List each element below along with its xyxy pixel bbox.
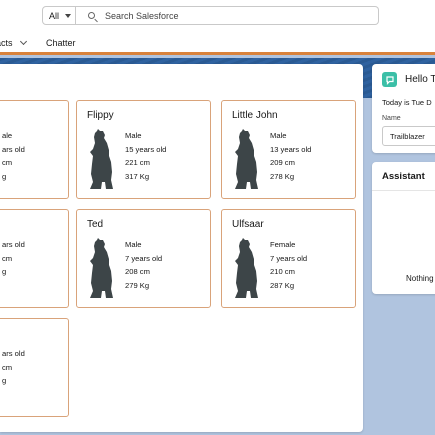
bear-details: Male 13 years old 209 cm 278 Kg — [270, 129, 311, 183]
bear-sex: Female — [270, 240, 296, 249]
nav-item-label: acts — [0, 38, 13, 48]
bear-age: 13 years old — [270, 144, 312, 154]
standing-bear-icon — [90, 238, 113, 298]
nav-item-chatter[interactable]: Chatter — [46, 38, 76, 48]
bear-weight: 278 Kg — [270, 171, 295, 181]
bear-height: cm — [2, 362, 13, 372]
divider — [372, 190, 435, 191]
bear-weight: 317 Kg — [125, 171, 150, 181]
bear-details: Male 7 years old 208 cm 279 Kg — [125, 238, 162, 292]
hello-date-text: Today is Tue D — [382, 98, 432, 107]
bear-height: 209 cm — [270, 158, 295, 167]
bear-sex: Male — [125, 240, 142, 249]
bear-sex: ale — [2, 131, 13, 140]
bear-height: cm — [2, 253, 13, 263]
bear-tile[interactable]: Flippy Male 15 years old 221 cm 317 Kg — [76, 100, 211, 199]
nav-item-label: Chatter — [46, 38, 76, 48]
bear-height: 210 cm — [270, 267, 295, 276]
bear-age: ars old — [2, 144, 25, 154]
standing-bear-icon — [235, 129, 258, 189]
bear-age: 15 years old — [125, 144, 167, 154]
bear-tile[interactable]: ale ars old cm g — [0, 100, 69, 199]
chat-bubble-icon — [385, 75, 394, 85]
assistant-card: Assistant Nothing — [372, 162, 435, 294]
standing-bear-icon — [90, 129, 113, 189]
bear-details: Female 7 years old 210 cm 287 Kg — [270, 238, 307, 292]
search-scope-select[interactable]: All — [42, 6, 76, 25]
bear-height: 208 cm — [125, 267, 150, 276]
bear-tile[interactable]: Ted Male 7 years old 208 cm 279 Kg — [76, 209, 211, 308]
chevron-down-icon[interactable] — [19, 37, 27, 46]
bear-name: Little John — [232, 110, 278, 121]
bear-name: Flippy — [87, 110, 114, 121]
global-search-input[interactable]: Search Salesforce — [76, 6, 379, 25]
bear-sex: Male — [125, 131, 142, 140]
assistant-title: Assistant — [382, 171, 425, 182]
bear-age: 7 years old — [270, 253, 308, 263]
bear-details: ars old cm g — [2, 238, 25, 279]
hello-app-icon — [382, 72, 397, 87]
hello-title: Hello T — [405, 74, 435, 85]
bear-tile[interactable]: ars old cm g — [0, 209, 69, 308]
bear-name: Ted — [87, 219, 104, 230]
bear-tile[interactable]: Ulfsaar Female 7 years old 210 cm 287 Kg — [221, 209, 356, 308]
bear-weight: 279 Kg — [125, 280, 150, 290]
global-header: All Search Salesforce — [0, 0, 435, 30]
app-nav-bar: acts Chatter — [0, 30, 435, 55]
search-scope-label: All — [49, 10, 60, 21]
bear-age: ars old — [2, 349, 25, 358]
bear-name: Ulfsaar — [232, 219, 264, 230]
bear-tile[interactable]: Little John Male 13 years old 209 cm 278… — [221, 100, 356, 199]
standing-bear-icon — [235, 238, 258, 298]
nav-item-contacts[interactable]: acts — [0, 37, 27, 48]
bear-details: Male 15 years old 221 cm 317 Kg — [125, 129, 166, 183]
bear-details: ars old cm g — [2, 347, 25, 388]
bear-details: ale ars old cm g — [2, 129, 25, 183]
bear-list-card: ale ars old cm g Flippy Male 15 years ol… — [0, 64, 363, 432]
bear-weight: 287 Kg — [270, 280, 295, 290]
bear-weight: g — [2, 267, 7, 276]
bear-height: 221 cm — [125, 158, 150, 167]
name-field-label: Name — [382, 115, 401, 122]
bear-age: ars old — [2, 240, 25, 249]
bear-weight: g — [2, 171, 7, 181]
search-placeholder: Search Salesforce — [105, 10, 179, 21]
caret-down-icon — [65, 13, 72, 18]
bear-tile[interactable]: ars old cm g — [0, 318, 69, 417]
bear-weight: g — [2, 376, 7, 385]
bear-sex: Male — [270, 131, 287, 140]
bear-height: cm — [2, 158, 13, 167]
hello-card: Hello T Today is Tue D Name Trailblazer — [372, 64, 435, 153]
bear-age: 7 years old — [125, 253, 163, 263]
assistant-empty-text: Nothing — [406, 274, 434, 283]
search-icon — [88, 12, 95, 19]
name-input[interactable]: Trailblazer — [382, 126, 435, 146]
